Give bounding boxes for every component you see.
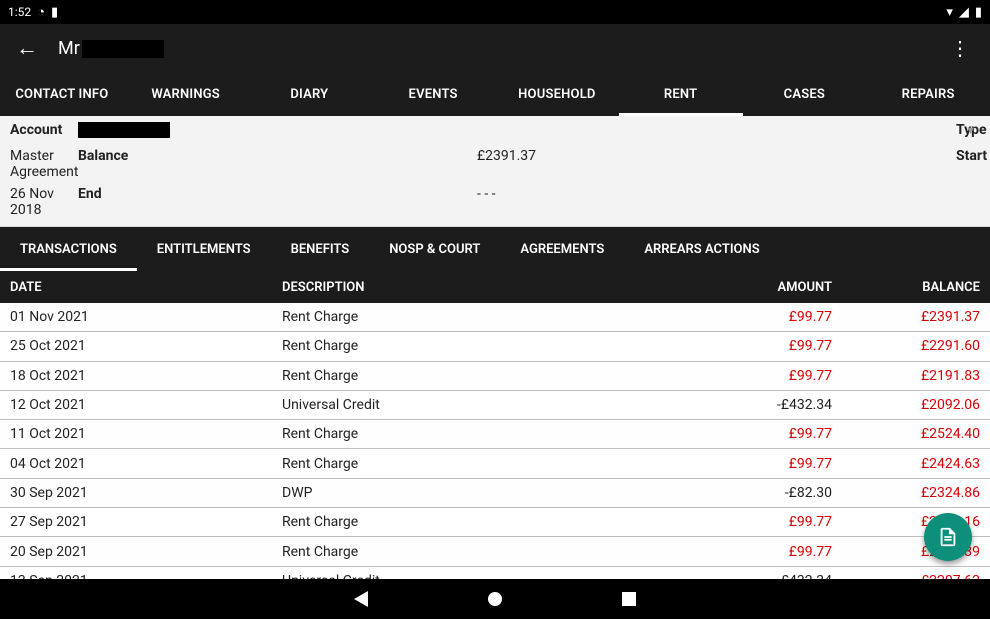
start-label: Start: [956, 148, 980, 180]
table-row[interactable]: 20 Sep 2021Rent Charge£99.77£2307.39: [0, 537, 990, 566]
cell-date: 11 Oct 2021: [10, 426, 282, 442]
top-tab-contact-info[interactable]: CONTACT INFO: [0, 72, 124, 116]
cell-description: Rent Charge: [282, 456, 652, 472]
sub-tabs: TRANSACTIONSENTITLEMENTSBENEFITSNOSP & C…: [0, 227, 990, 271]
cell-amount: £99.77: [652, 544, 832, 560]
account-value: [78, 122, 477, 142]
transactions-table: 01 Nov 2021Rent Charge£99.77£2391.3725 O…: [0, 303, 990, 619]
col-header-desc: DESCRIPTION: [282, 280, 652, 295]
cell-amount: £99.77: [652, 338, 832, 354]
top-tabs: CONTACT INFOWARNINGSDIARYEVENTSHOUSEHOLD…: [0, 72, 990, 116]
cell-date: 30 Sep 2021: [10, 485, 282, 501]
android-recent-button[interactable]: [622, 592, 636, 606]
table-row[interactable]: 01 Nov 2021Rent Charge£99.77£2391.37: [0, 303, 990, 332]
fab-new-document-button[interactable]: [924, 513, 972, 561]
android-nav-bar: [0, 579, 990, 619]
sub-tab-arrears-actions[interactable]: ARREARS ACTIONS: [624, 227, 779, 271]
cell-amount: £99.77: [652, 368, 832, 384]
top-tab-repairs[interactable]: REPAIRS: [866, 72, 990, 116]
cell-amount: -£432.34: [652, 397, 832, 413]
table-row[interactable]: 25 Oct 2021Rent Charge£99.77£2291.60: [0, 332, 990, 361]
table-row[interactable]: 11 Oct 2021Rent Charge£99.77£2524.40: [0, 420, 990, 449]
cell-description: Rent Charge: [282, 309, 652, 325]
table-row[interactable]: 30 Sep 2021DWP-£82.30£2324.86: [0, 479, 990, 508]
android-home-button[interactable]: [488, 592, 502, 606]
col-header-date: DATE: [10, 280, 282, 295]
sub-tab-nosp-court[interactable]: NOSP & COURT: [369, 227, 500, 271]
page-title: Mr: [58, 38, 164, 59]
signal-icon: ◢: [959, 6, 969, 19]
end-value: - - -: [477, 186, 557, 218]
cell-amount: -£82.30: [652, 485, 832, 501]
sub-tab-benefits[interactable]: BENEFITS: [271, 227, 370, 271]
table-row[interactable]: 18 Oct 2021Rent Charge£99.77£2191.83: [0, 362, 990, 391]
account-dropdown-icon[interactable]: ▼: [965, 124, 976, 137]
cell-description: Rent Charge: [282, 514, 652, 530]
status-bar: 1:52 ◔ ▮ ▾ ◢ ▮: [0, 0, 990, 24]
top-tab-rent[interactable]: RENT: [619, 72, 743, 116]
overflow-menu-button[interactable]: ⋮: [942, 32, 978, 64]
cell-balance: £2092.06: [832, 397, 980, 413]
wifi-icon: ▾: [946, 6, 953, 19]
cell-description: Rent Charge: [282, 338, 652, 354]
status-time: 1:52: [8, 5, 31, 19]
cell-amount: £99.77: [652, 456, 832, 472]
cell-date: 01 Nov 2021: [10, 309, 282, 325]
top-tab-warnings[interactable]: WARNINGS: [124, 72, 248, 116]
sub-tab-transactions[interactable]: TRANSACTIONS: [0, 227, 137, 271]
cell-balance: £2191.83: [832, 368, 980, 384]
cell-date: 20 Sep 2021: [10, 544, 282, 560]
android-back-button[interactable]: [354, 591, 368, 607]
back-button[interactable]: ←: [12, 31, 42, 65]
cell-amount: £99.77: [652, 309, 832, 325]
top-tab-cases[interactable]: CASES: [743, 72, 867, 116]
balance-label: Balance: [78, 148, 477, 180]
table-header: DATE DESCRIPTION AMOUNT BALANCE: [0, 271, 990, 303]
top-tab-events[interactable]: EVENTS: [371, 72, 495, 116]
col-header-balance: BALANCE: [832, 280, 980, 295]
notif-icon: ◔: [37, 6, 45, 19]
cell-balance: £2291.60: [832, 338, 980, 354]
balance-value: £2391.37: [477, 148, 557, 180]
cell-date: 18 Oct 2021: [10, 368, 282, 384]
cell-date: 27 Sep 2021: [10, 514, 282, 530]
cell-balance: £2524.40: [832, 426, 980, 442]
app-bar: ← Mr ⋮: [0, 24, 990, 72]
start-value: 26 Nov 2018: [10, 186, 78, 218]
cell-date: 12 Oct 2021: [10, 397, 282, 413]
document-icon: [937, 526, 959, 548]
battery-icon: ▮: [975, 6, 982, 19]
cell-date: 25 Oct 2021: [10, 338, 282, 354]
cell-amount: £99.77: [652, 514, 832, 530]
redacted-name: [82, 40, 164, 58]
type-value: Master Agreement: [10, 148, 78, 180]
notif-icon-2: ▮: [51, 6, 58, 19]
account-summary-panel: Account ▼ Type Master Agreement Balance …: [0, 116, 990, 227]
cell-balance: £2391.37: [832, 309, 980, 325]
cell-description: Universal Credit: [282, 397, 652, 413]
top-tab-diary[interactable]: DIARY: [248, 72, 372, 116]
cell-description: Rent Charge: [282, 368, 652, 384]
account-label: Account: [10, 122, 78, 142]
end-label: End: [78, 186, 477, 218]
table-row[interactable]: 12 Oct 2021Universal Credit-£432.34£2092…: [0, 391, 990, 420]
cell-description: Rent Charge: [282, 426, 652, 442]
cell-description: DWP: [282, 485, 652, 501]
col-header-amount: AMOUNT: [652, 280, 832, 295]
cell-description: Rent Charge: [282, 544, 652, 560]
cell-balance: £2324.86: [832, 485, 980, 501]
cell-date: 04 Oct 2021: [10, 456, 282, 472]
cell-amount: £99.77: [652, 426, 832, 442]
table-row[interactable]: 04 Oct 2021Rent Charge£99.77£2424.63: [0, 449, 990, 478]
sub-tab-entitlements[interactable]: ENTITLEMENTS: [137, 227, 271, 271]
sub-tab-agreements[interactable]: AGREEMENTS: [500, 227, 624, 271]
top-tab-household[interactable]: HOUSEHOLD: [495, 72, 619, 116]
cell-balance: £2424.63: [832, 456, 980, 472]
table-row[interactable]: 27 Sep 2021Rent Charge£99.77£2407.16: [0, 508, 990, 537]
